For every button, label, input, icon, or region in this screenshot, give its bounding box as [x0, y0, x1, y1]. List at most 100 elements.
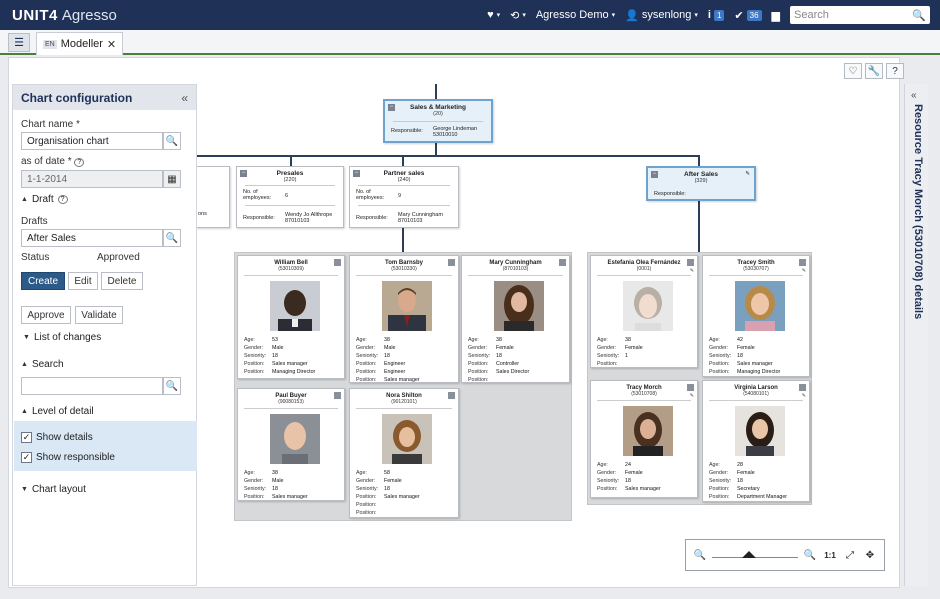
person-photo	[735, 281, 785, 331]
help-icon[interactable]: ?	[74, 158, 85, 167]
person-details: Age: 38 Gender: Male Seniority: 18 Position…	[356, 336, 420, 384]
details-side-panel[interactable]: « Resource Tracy Morch (53010708) detail…	[904, 84, 928, 586]
info-icon[interactable]	[334, 392, 341, 399]
search-icon[interactable]: 🔍	[912, 9, 926, 22]
info-icon[interactable]	[448, 392, 455, 399]
person-details: Age: 58 Gender: Female Seniority: 18 Positi…	[356, 469, 420, 517]
search-section-toggle[interactable]: ▲ Search	[21, 359, 64, 370]
list-of-changes-toggle[interactable]: ▼ List of changes	[23, 332, 101, 343]
calendar-button[interactable]: ▦	[163, 170, 181, 188]
expand-panel-icon[interactable]: «	[911, 90, 917, 101]
person-details: Age: 38 Gender: Female Seniority: 18 Positi…	[468, 336, 529, 384]
gender-value: Male	[272, 345, 284, 351]
draft-section-toggle[interactable]: ▲ Draft?	[21, 194, 68, 205]
as-of-date-input[interactable]: 1-1-2014	[21, 170, 163, 188]
level-of-detail-toggle[interactable]: ▲ Level of detail	[21, 406, 94, 417]
position-label: Position:	[709, 361, 730, 367]
org-unit-node-partial[interactable]: ons	[196, 166, 230, 228]
history-menu[interactable]: ⟲ ▾	[510, 9, 526, 22]
chart-name-label: Chart name *	[21, 119, 80, 130]
person-card-tom-barnsby[interactable]: Tom Barnsby (53010330) Age: 38 Gender: Mal…	[349, 255, 459, 383]
zoom-slider[interactable]	[712, 547, 798, 563]
chart-search-button[interactable]: 🔍	[163, 377, 181, 395]
info-button[interactable]: i1	[708, 9, 725, 21]
show-details-checkbox[interactable]: ✓ Show details	[21, 432, 93, 443]
chart-search-input[interactable]	[21, 377, 163, 395]
validate-button[interactable]: Validate	[75, 306, 123, 324]
app-logo[interactable]: unit4 Agresso	[0, 7, 117, 24]
delete-button[interactable]: Delete	[101, 272, 143, 290]
chart-name-lookup-button[interactable]: 🔍	[163, 132, 181, 150]
messages-button[interactable]: ▆	[772, 9, 780, 22]
fit-to-screen-button[interactable]: ⤢	[842, 547, 858, 563]
help-icon: ?	[892, 65, 898, 77]
pin-icon[interactable]: ✎	[690, 393, 694, 399]
chart-name-input[interactable]: Organisation chart	[21, 132, 163, 150]
settings-button[interactable]: 🔧	[865, 63, 883, 79]
drafts-lookup-button[interactable]: 🔍	[163, 229, 181, 247]
center-chart-button[interactable]: ✥	[862, 547, 878, 563]
edit-button[interactable]: Edit	[68, 272, 98, 290]
menu-toggle-button[interactable]: ☰	[8, 33, 30, 52]
collapse-icon[interactable]: −	[353, 170, 360, 177]
global-search-input[interactable]: Search 🔍	[790, 6, 930, 24]
gender-label: Gender:	[356, 345, 376, 351]
collapse-icon[interactable]: −	[240, 170, 247, 177]
pin-icon[interactable]: ✎	[802, 268, 806, 274]
position-value: Sales manager	[737, 361, 773, 367]
company-menu[interactable]: Agresso Demo ▾	[536, 9, 615, 21]
gender-label: Gender:	[244, 478, 264, 484]
pin-icon[interactable]: ✎	[690, 268, 694, 274]
person-card-estefania-olea-fernandez[interactable]: ✎ Estefania Olea Fernández (0001) Age: 38…	[590, 255, 698, 368]
info-icon[interactable]	[559, 259, 566, 266]
pin-icon[interactable]: ✎	[802, 393, 806, 399]
pin-icon[interactable]: ✎	[745, 171, 750, 177]
unit-code: (329)	[694, 178, 708, 184]
tasks-button[interactable]: ✔ 36	[734, 9, 762, 22]
info-icon[interactable]	[799, 259, 806, 266]
help-button[interactable]: ?	[886, 63, 904, 79]
slider-thumb[interactable]	[742, 551, 756, 558]
info-icon[interactable]	[448, 259, 455, 266]
org-unit-node-partner-sales[interactable]: − Partner sales (240) No. of employees: …	[349, 166, 459, 228]
approve-button[interactable]: Approve	[21, 306, 71, 324]
position-value: Sales Director	[496, 369, 530, 375]
person-card-mary-cunningham[interactable]: Mary Cunningham (87010103) Age: 38 Gender…	[461, 255, 570, 383]
zoom-out-button[interactable]: 🔍	[692, 547, 708, 563]
person-card-tracy-morch[interactable]: ✎ Tracy Morch (53010708) Age: 24 Gender: F…	[590, 380, 698, 498]
collapse-icon[interactable]: −	[388, 104, 395, 111]
collapse-panel-icon[interactable]: «	[181, 91, 188, 105]
collapse-icon[interactable]: −	[651, 171, 658, 178]
person-card-virginia-larson[interactable]: ✎ Virginia Larson (54080101) Age: 28 Gend…	[702, 380, 810, 502]
actual-size-button[interactable]: 1:1	[822, 547, 838, 563]
org-unit-node-presales[interactable]: − Presales (220) No. of employees: 6 Res…	[236, 166, 344, 228]
zoom-in-button[interactable]: 🔍	[802, 547, 818, 563]
show-responsible-checkbox[interactable]: ✓ Show responsible	[21, 452, 115, 463]
user-menu[interactable]: 👤 sysenlong ▾	[625, 9, 698, 22]
close-icon[interactable]: ✕	[107, 38, 116, 51]
person-card-william-bell[interactable]: William Bell (53010309) Age: 53 Gender: Ma…	[237, 255, 345, 379]
divider	[597, 275, 691, 276]
info-icon[interactable]	[687, 259, 694, 266]
info-icon[interactable]	[799, 384, 806, 391]
org-unit-node-after-sales[interactable]: − After Sales (329) ✎ Responsible:	[646, 166, 756, 201]
info-icon[interactable]	[334, 259, 341, 266]
person-card-tracey-smith[interactable]: ✎ Tracey Smith (53030707) Age: 42 Gender:…	[702, 255, 810, 377]
person-card-paul-buyer[interactable]: Paul Buyer (90080153) Age: 38 Gender: Male…	[237, 388, 345, 501]
drafts-input[interactable]: After Sales	[21, 229, 163, 247]
info-icon[interactable]	[687, 384, 694, 391]
help-icon[interactable]: ?	[57, 195, 68, 204]
position-label: Position:	[597, 361, 618, 367]
create-button[interactable]: Create	[21, 272, 65, 290]
divider	[245, 185, 335, 186]
chart-layout-toggle[interactable]: ▼ Chart layout	[21, 484, 86, 495]
chevron-up-icon: ▲	[21, 196, 28, 203]
position-value: Engineer	[384, 369, 406, 375]
tab-modeller[interactable]: EN Modeller ✕	[36, 32, 124, 55]
person-card-nora-shilton[interactable]: Nora Shilton (90120101) Age: 58 Gender: Fe…	[349, 388, 459, 518]
favorites-menu[interactable]: ♥ ▾	[487, 9, 500, 21]
favorite-button[interactable]: ♡	[844, 63, 862, 79]
position-value: Sales manager	[272, 494, 308, 500]
org-unit-node-root[interactable]: − Sales & Marketing (20) Responsible: Ge…	[383, 99, 493, 143]
seniority-value: 18	[496, 353, 502, 359]
